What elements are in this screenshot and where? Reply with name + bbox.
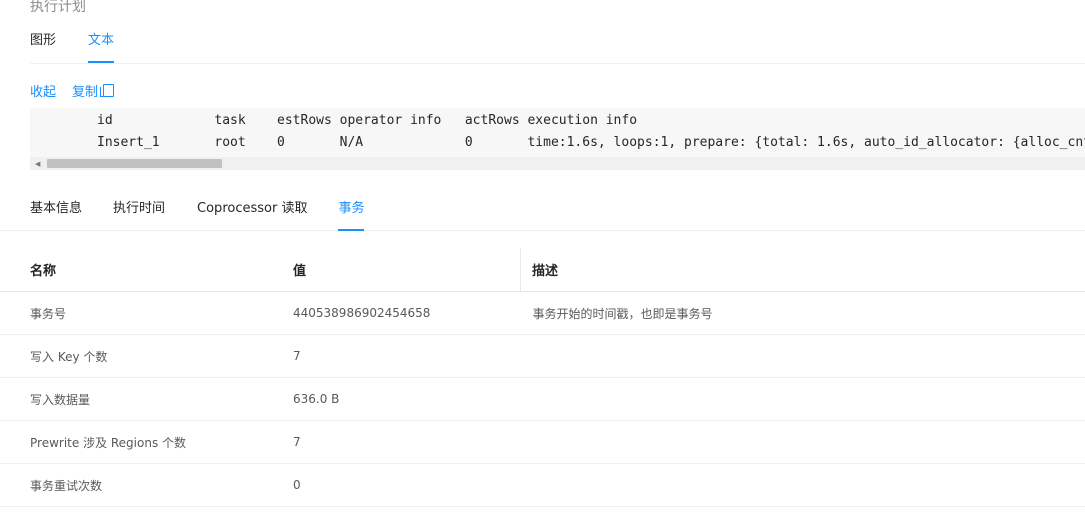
collapse-link[interactable]: 收起 [30,81,56,100]
plan-row-line: Insert_1 root 0 N/A 0 time:1.6s, loops:1… [97,135,1085,150]
cell-value: 636.0 B [263,377,521,421]
tab-graph[interactable]: 图形 [30,31,56,62]
column-header-value: 值 [263,248,521,292]
tab-basic-info[interactable]: 基本信息 [30,199,82,230]
column-header-desc: 描述 [520,248,1085,292]
plan-view-tabs: 图形 文本 [30,31,1085,64]
collapse-label: 收起 [30,85,57,100]
cell-desc [520,377,1085,421]
plan-actions: 收起 复制 [30,81,130,100]
tab-text[interactable]: 文本 [88,31,115,63]
cell-value: 0 [263,463,521,507]
plan-header-line: id task estRows operator info actRows ex… [97,113,638,128]
copy-label: 复制 [72,85,99,100]
table-row: 事务号 440538986902454658 事务开始的时间戳，也即是事务号 [0,291,1085,335]
plan-text-block: id task estRows operator info actRows ex… [30,108,1085,170]
table-row: Prewrite 涉及 Regions 个数 7 [0,420,1085,464]
cell-value: 7 [263,420,521,464]
cell-name: Prewrite 涉及 Regions 个数 [0,420,263,464]
tab-coprocessor-read[interactable]: Coprocessor 读取 [197,199,307,230]
copy-button[interactable]: 复制 [72,81,115,100]
table-row: 写入数据量 636.0 B [0,377,1085,421]
table-row: 写入 Key 个数 7 [0,334,1085,378]
cell-name: 事务号 [0,291,263,335]
section-title: 执行计划 [30,0,86,15]
transaction-table: 名称 值 描述 事务号 440538986902454658 事务开始的时间戳，… [0,248,1085,507]
cell-desc: 事务开始的时间戳，也即是事务号 [520,291,1085,335]
cell-value: 7 [263,334,521,378]
table-row: 事务重试次数 0 [0,463,1085,507]
scroll-thumb[interactable] [47,159,222,168]
cell-desc [520,463,1085,507]
horizontal-scrollbar[interactable]: ◀ [30,157,1085,170]
cell-name: 事务重试次数 [0,463,263,507]
detail-tabs: 基本信息 执行时间 Coprocessor 读取 事务 [0,199,1085,231]
cell-desc [520,420,1085,464]
cell-desc [520,334,1085,378]
tab-execution-time[interactable]: 执行时间 [113,199,165,230]
scroll-left-icon[interactable]: ◀ [35,160,40,168]
copy-icon [100,84,115,97]
tab-transaction[interactable]: 事务 [338,199,365,231]
column-header-name: 名称 [0,248,263,292]
table-header-row: 名称 值 描述 [0,248,1085,292]
cell-value: 440538986902454658 [263,291,521,335]
cell-name: 写入 Key 个数 [0,334,263,378]
cell-name: 写入数据量 [0,377,263,421]
